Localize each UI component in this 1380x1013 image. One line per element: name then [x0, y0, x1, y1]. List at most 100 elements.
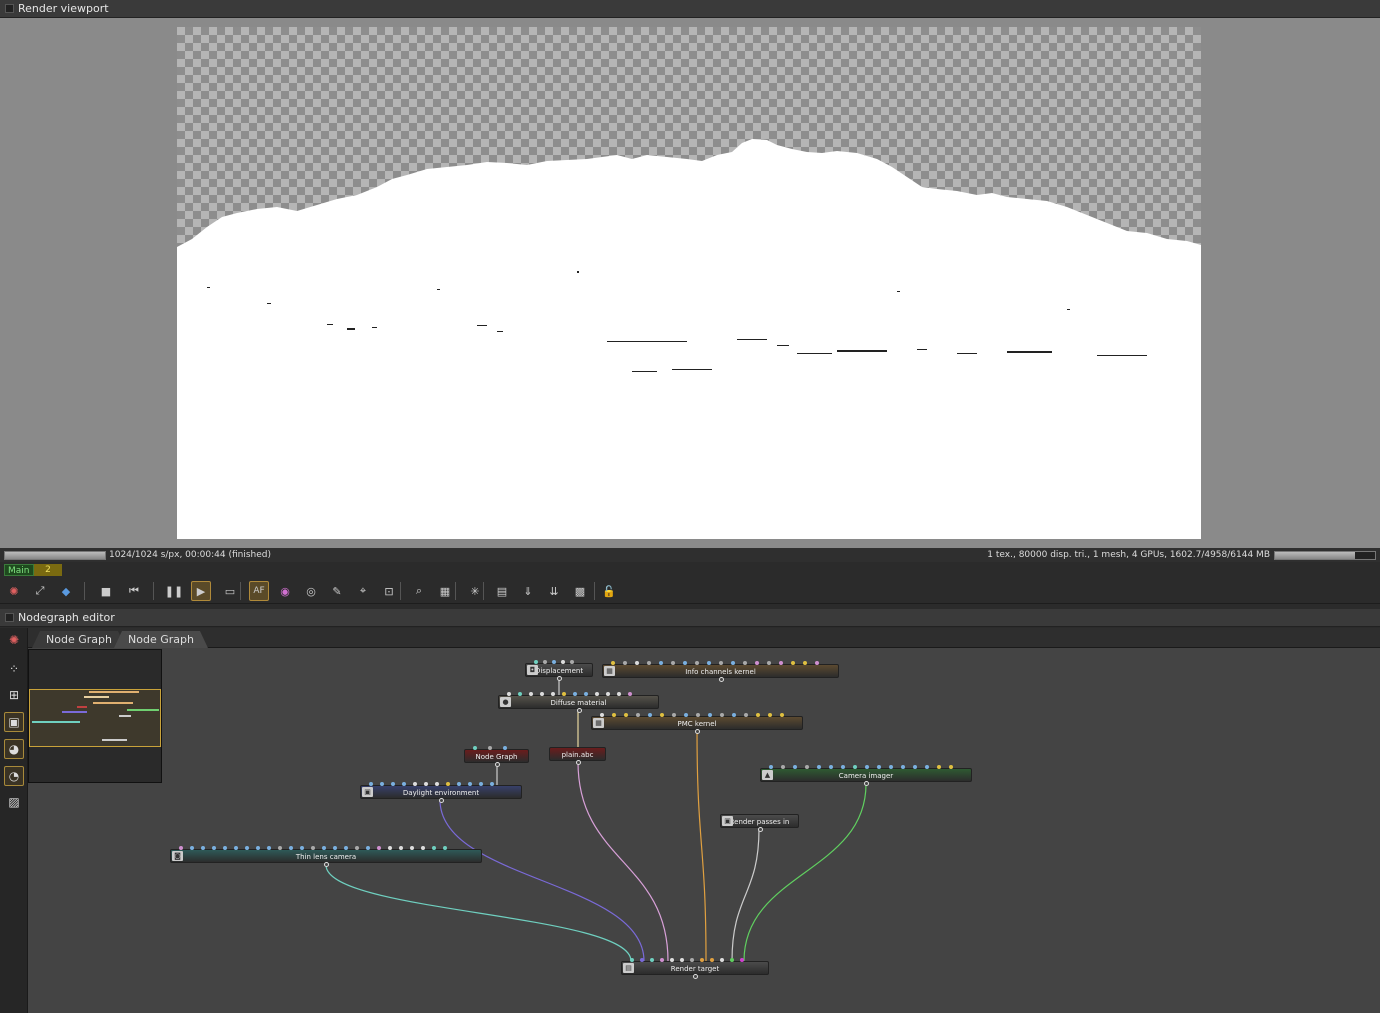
input-pin[interactable] — [584, 692, 588, 696]
restart-icon[interactable]: ⏮ — [124, 581, 144, 601]
input-pin[interactable] — [380, 782, 384, 786]
input-pin[interactable] — [624, 713, 628, 717]
input-pin[interactable] — [212, 846, 216, 850]
input-pin[interactable] — [190, 846, 194, 850]
input-pin[interactable] — [421, 846, 425, 850]
material-icon[interactable]: ◕ — [4, 739, 24, 759]
cube-icon[interactable]: ◆ — [56, 581, 76, 601]
input-pin[interactable] — [540, 692, 544, 696]
color-picker-icon[interactable]: ◉ — [275, 581, 295, 601]
output-pin[interactable] — [439, 798, 444, 803]
input-pin[interactable] — [829, 765, 833, 769]
input-pin[interactable] — [606, 692, 610, 696]
input-pin[interactable] — [518, 692, 522, 696]
input-pin[interactable] — [684, 713, 688, 717]
input-pin[interactable] — [755, 661, 759, 665]
input-pin[interactable] — [720, 958, 724, 962]
input-pin[interactable] — [551, 692, 555, 696]
input-pin[interactable] — [781, 765, 785, 769]
octane-logo-icon[interactable]: ✺ — [4, 581, 24, 601]
input-pin[interactable] — [791, 661, 795, 665]
input-pin[interactable] — [529, 692, 533, 696]
input-pin[interactable] — [853, 765, 857, 769]
input-pin[interactable] — [201, 846, 205, 850]
zoom-icon[interactable]: ⌕ — [409, 581, 429, 601]
input-pin[interactable] — [552, 660, 556, 664]
input-pin[interactable] — [424, 782, 428, 786]
grid-nodes-icon[interactable]: ⁘ — [4, 659, 24, 679]
tab-node-graph-2[interactable]: Node Graph — [114, 631, 208, 648]
input-pin[interactable] — [700, 958, 704, 962]
input-pin[interactable] — [672, 713, 676, 717]
settings-icon[interactable]: ✳ — [465, 581, 485, 601]
start-icon[interactable]: ▶ — [191, 581, 211, 601]
af-icon[interactable]: AF — [249, 581, 269, 601]
pause-icon[interactable]: ❚❚ — [164, 581, 184, 601]
object-picker-icon[interactable]: ⊡ — [379, 581, 399, 601]
node-passes[interactable]: ▣ Render passes in — [720, 814, 799, 832]
input-pin[interactable] — [696, 713, 700, 717]
input-pin[interactable] — [769, 765, 773, 769]
input-pin[interactable] — [756, 713, 760, 717]
input-pin[interactable] — [479, 782, 483, 786]
node-diffuse[interactable]: ● Diffuse material — [498, 692, 659, 713]
node-cameraimager[interactable]: ▲ Camera imager — [760, 765, 972, 786]
input-pin[interactable] — [740, 958, 744, 962]
focus-picker-icon[interactable]: ◎ — [301, 581, 321, 601]
output-pin[interactable] — [695, 729, 700, 734]
input-pin[interactable] — [659, 661, 663, 665]
input-pin[interactable] — [488, 746, 492, 750]
stop-icon[interactable]: ■ — [96, 581, 116, 601]
input-pin[interactable] — [366, 846, 370, 850]
clear-icon[interactable]: ▨ — [4, 792, 24, 812]
input-pin[interactable] — [660, 958, 664, 962]
node-plain[interactable]: plain.abc — [549, 747, 606, 765]
input-pin[interactable] — [468, 782, 472, 786]
input-pin[interactable] — [402, 782, 406, 786]
output-pin[interactable] — [718, 677, 724, 682]
main-tag[interactable]: Main — [4, 564, 34, 576]
input-pin[interactable] — [399, 846, 403, 850]
input-pin[interactable] — [708, 713, 712, 717]
input-pin[interactable] — [635, 661, 639, 665]
input-pin[interactable] — [636, 713, 640, 717]
input-pin[interactable] — [648, 713, 652, 717]
input-pin[interactable] — [234, 846, 238, 850]
input-pin[interactable] — [793, 765, 797, 769]
input-pin[interactable] — [507, 692, 511, 696]
input-pin[interactable] — [611, 661, 615, 665]
input-pin[interactable] — [889, 765, 893, 769]
octane-icon[interactable]: ✺ — [4, 630, 24, 650]
background-icon[interactable]: ▩ — [570, 581, 590, 601]
input-pin[interactable] — [543, 660, 547, 664]
output-pin[interactable] — [324, 862, 329, 867]
input-pin[interactable] — [561, 660, 565, 664]
input-pin[interactable] — [600, 713, 604, 717]
input-pin[interactable] — [344, 846, 348, 850]
node-info[interactable]: ▦ Info channels kernel — [602, 661, 839, 682]
input-pin[interactable] — [391, 782, 395, 786]
input-pin[interactable] — [937, 765, 941, 769]
output-pin[interactable] — [757, 827, 763, 832]
input-pin[interactable] — [660, 713, 664, 717]
input-pin[interactable] — [805, 765, 809, 769]
render-image[interactable] — [177, 27, 1201, 539]
input-pin[interactable] — [595, 692, 599, 696]
export-passes-icon[interactable]: ⇊ — [544, 581, 564, 601]
input-pin[interactable] — [680, 958, 684, 962]
input-pin[interactable] — [490, 782, 494, 786]
input-pin[interactable] — [562, 692, 566, 696]
input-pin[interactable] — [223, 846, 227, 850]
input-pin[interactable] — [623, 661, 627, 665]
input-pin[interactable] — [768, 713, 772, 717]
texture-icon[interactable]: ◔ — [4, 766, 24, 786]
input-pin[interactable] — [267, 846, 271, 850]
input-pin[interactable] — [473, 746, 477, 750]
tree-icon[interactable]: ⊞ — [4, 685, 24, 705]
input-pin[interactable] — [732, 713, 736, 717]
input-pin[interactable] — [683, 661, 687, 665]
material-picker-icon[interactable]: ⌖ — [353, 581, 373, 601]
input-pin[interactable] — [815, 661, 819, 665]
input-pin[interactable] — [695, 661, 699, 665]
nodegraph-canvas[interactable]: ◘ Displacement ▦ Info channels kernel ● Diffu… — [28, 648, 1380, 1013]
